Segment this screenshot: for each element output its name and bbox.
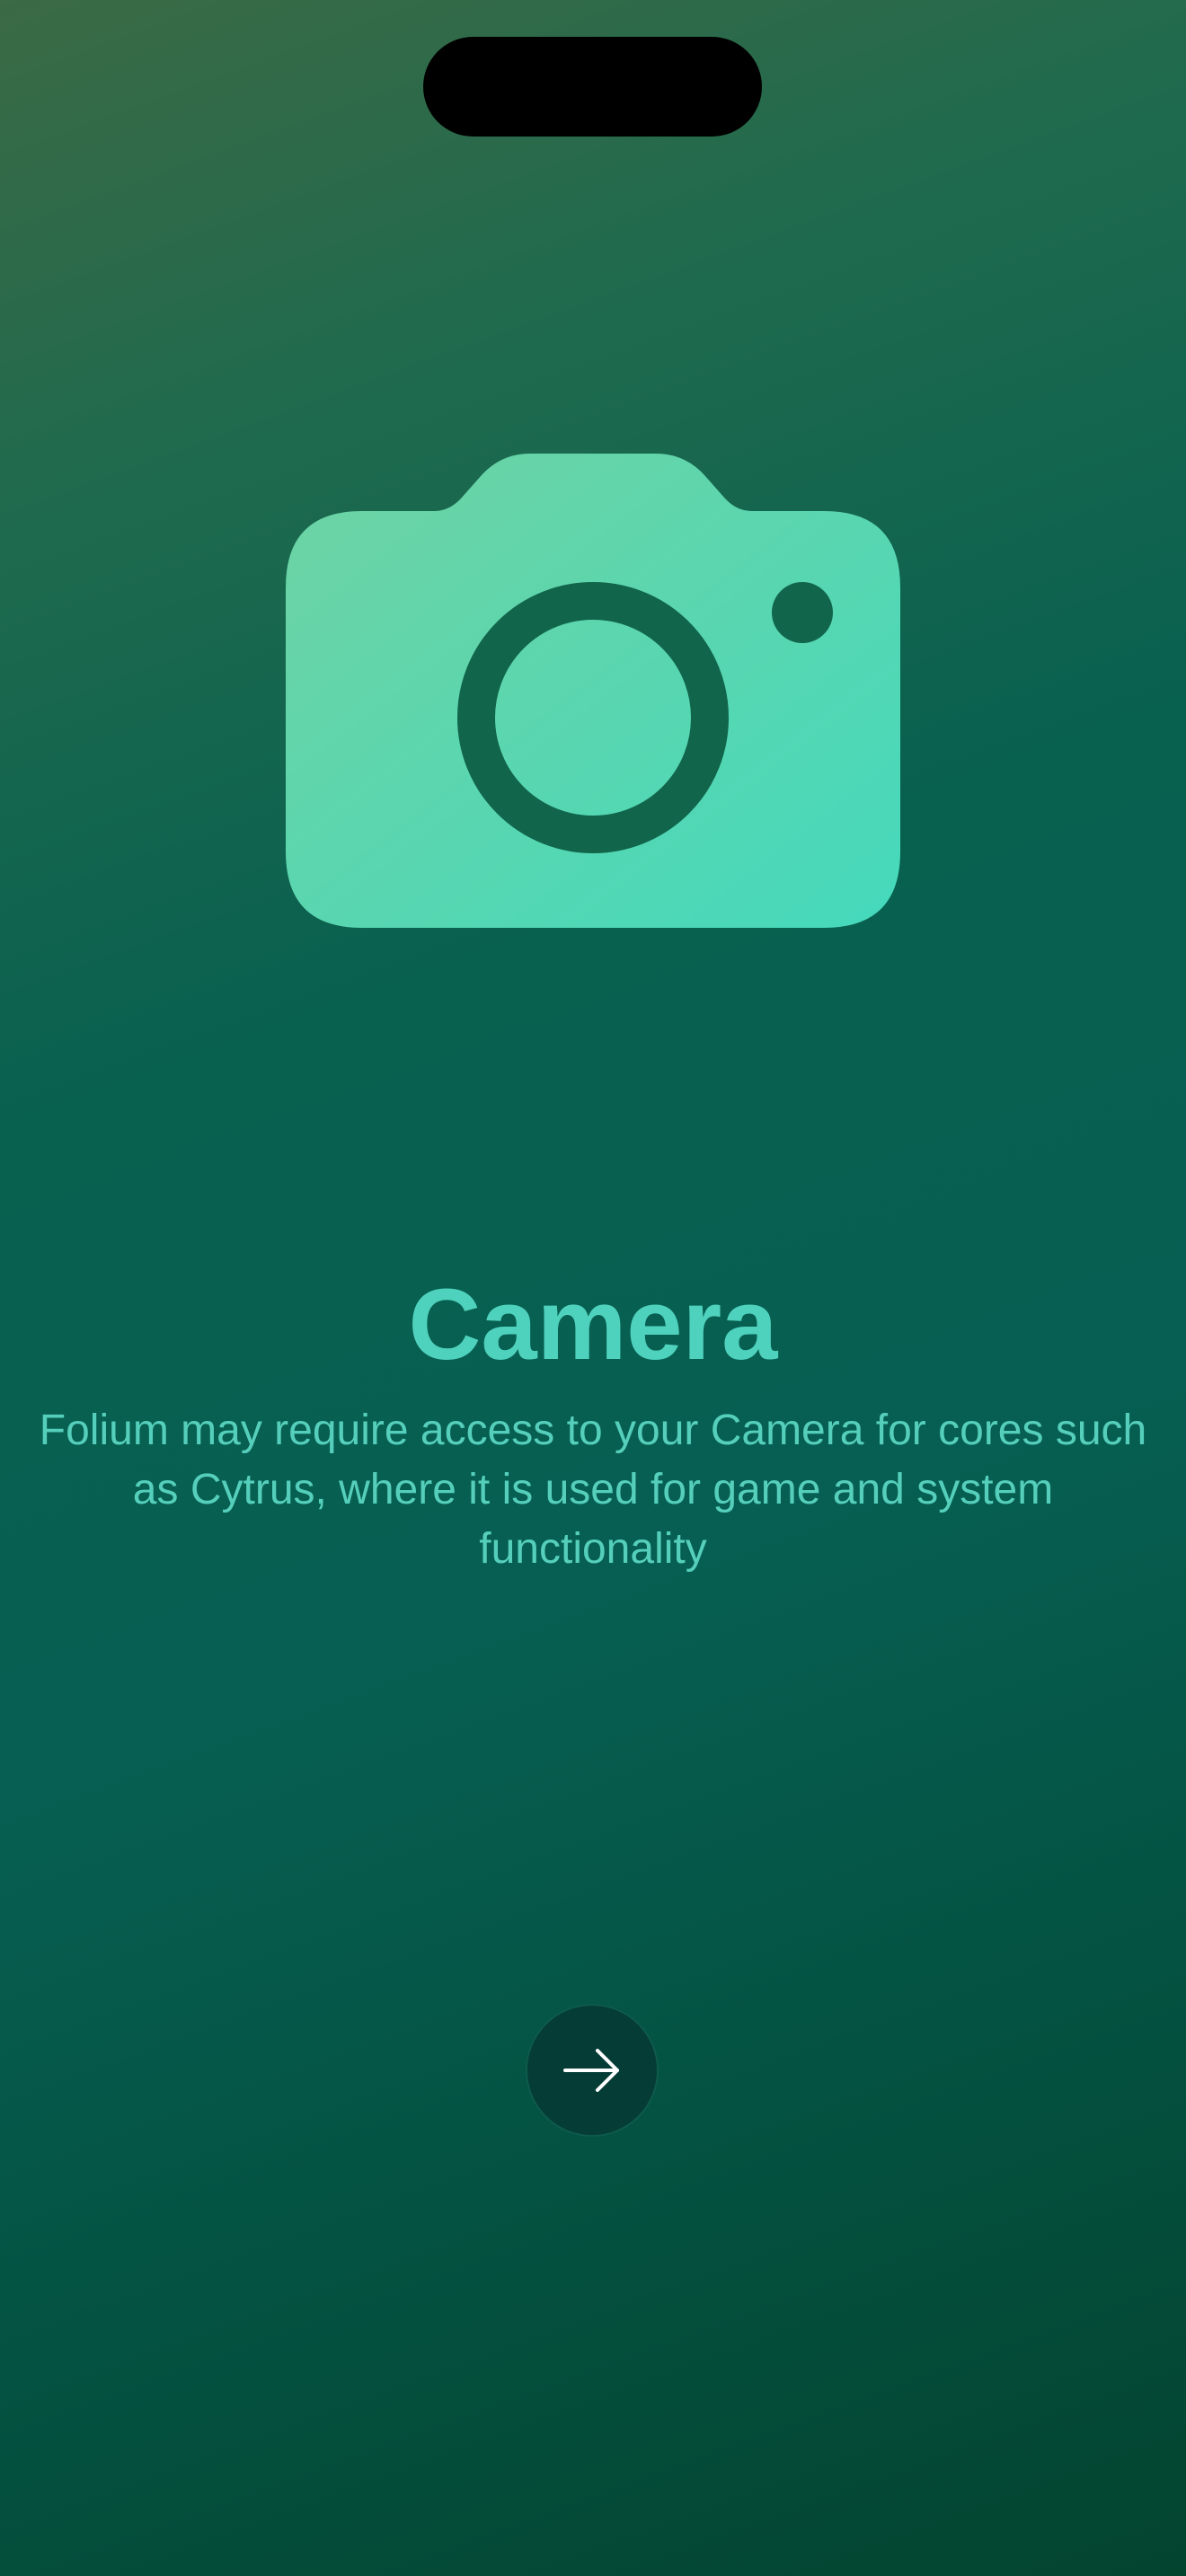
arrow-right-icon bbox=[563, 2049, 619, 2092]
permission-title: Camera bbox=[408, 1268, 778, 1381]
dynamic-island bbox=[423, 37, 762, 137]
permission-description: Folium may require access to your Camera… bbox=[39, 1407, 1147, 1573]
camera-icon bbox=[286, 452, 900, 928]
next-button[interactable] bbox=[526, 2004, 659, 2137]
